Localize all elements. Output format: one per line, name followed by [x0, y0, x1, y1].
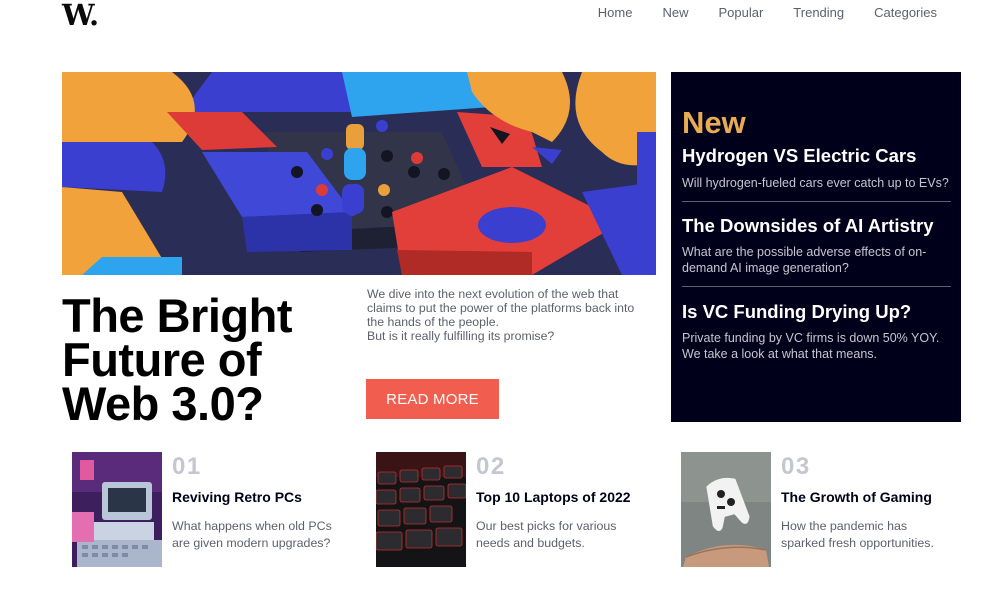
nav-categories[interactable]: Categories — [874, 5, 937, 20]
nav-new[interactable]: New — [662, 5, 688, 20]
new-article-item[interactable]: Hydrogen VS Electric Cars Will hydrogen-… — [682, 141, 951, 202]
new-article-item[interactable]: The Downsides of AI Artistry What are th… — [682, 202, 951, 287]
new-article-desc: Private funding by VC firms is down 50% … — [682, 331, 940, 361]
new-article-item[interactable]: Is VC Funding Drying Up? Private funding… — [682, 287, 951, 362]
card-description: What happens when old PCs are given mode… — [172, 519, 332, 550]
card-title[interactable]: The Growth of Gaming — [781, 489, 932, 505]
hero-image — [62, 72, 656, 275]
new-article-desc: What are the possible adverse effects of… — [682, 245, 927, 275]
new-article-title[interactable]: Hydrogen VS Electric Cars — [682, 145, 951, 167]
card-description: How the pandemic has sparked fresh oppor… — [781, 519, 934, 550]
card-number: 02 — [476, 453, 506, 480]
main-nav: Home New Popular Trending Categories — [568, 5, 937, 20]
read-more-button[interactable]: READ MORE — [366, 379, 499, 419]
card-title[interactable]: Reviving Retro PCs — [172, 489, 302, 505]
nav-popular[interactable]: Popular — [718, 5, 763, 20]
nav-home[interactable]: Home — [598, 5, 633, 20]
site-logo[interactable]: W. — [62, 0, 99, 32]
new-article-title[interactable]: The Downsides of AI Artistry — [682, 215, 951, 237]
article-card[interactable]: 02 Top 10 Laptops of 2022 Our best picks… — [376, 452, 656, 568]
new-article-desc: Will hydrogen-fueled cars ever catch up … — [682, 176, 949, 190]
laptop-keyboard-thumbnail[interactable] — [376, 452, 466, 567]
card-number: 03 — [781, 453, 811, 480]
card-number: 01 — [172, 453, 202, 480]
new-articles-panel: New Hydrogen VS Electric Cars Will hydro… — [671, 72, 961, 422]
retro-pc-thumbnail[interactable] — [72, 452, 162, 567]
article-card[interactable]: 01 Reviving Retro PCs What happens when … — [72, 452, 352, 568]
new-heading: New — [682, 105, 746, 140]
card-description: Our best picks for various needs and bud… — [476, 519, 617, 550]
game-controller-thumbnail[interactable] — [681, 452, 771, 567]
hero-description-line1: We dive into the next evolution of the w… — [367, 287, 635, 329]
hero-description: We dive into the next evolution of the w… — [367, 287, 652, 343]
hero-description-line2: But is it really fulfilling its promise? — [367, 329, 555, 343]
article-card[interactable]: 03 The Growth of Gaming How the pandemic… — [681, 452, 961, 568]
new-article-title[interactable]: Is VC Funding Drying Up? — [682, 301, 951, 323]
hero-title: The Bright Future of Web 3.0? — [62, 289, 292, 430]
nav-trending[interactable]: Trending — [793, 5, 844, 20]
card-title[interactable]: Top 10 Laptops of 2022 — [476, 489, 631, 505]
